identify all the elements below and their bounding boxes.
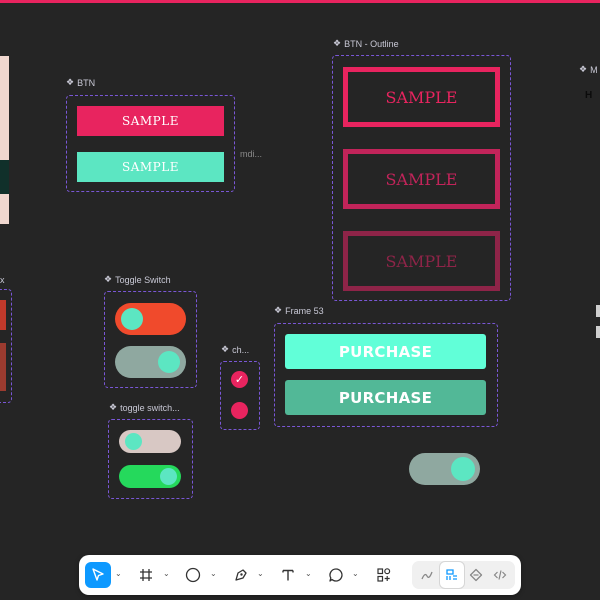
pen-icon [235,569,247,581]
sample-button-mint[interactable]: SAMPLE [77,152,224,182]
right-edge-handle-1 [596,305,600,317]
toggle-switch-on[interactable] [115,346,186,378]
check-icon: ✓ [234,374,245,386]
chevron-down-icon[interactable]: ⌄ [115,569,122,578]
right-frame-label[interactable]: ❖ M [579,64,598,75]
move-tool-button[interactable] [85,562,111,588]
draw-mode-button[interactable] [416,562,438,588]
left-frame-label[interactable]: x [0,275,5,285]
mdi-instance-label[interactable]: mdi... [240,149,262,159]
prototype-mode-button[interactable] [465,562,487,588]
right-frame-text: H [585,90,593,101]
chevron-down-icon[interactable]: ⌄ [352,569,359,578]
ellipse-icon [185,567,201,583]
comment-icon [329,568,343,582]
chevron-down-icon[interactable]: ⌄ [257,569,264,578]
dev-mode-button[interactable] [489,562,511,588]
left-swatch-red [0,300,6,330]
text-icon [282,569,294,581]
btn-outline-frame-label[interactable]: ❖ BTN - Outline [333,38,399,49]
component-icon: ❖ [221,344,230,354]
toggle-knob[interactable] [451,457,475,481]
purchase-button-bright[interactable]: PURCHASE [285,334,486,369]
frame53-label[interactable]: ❖ Frame 53 [274,305,324,316]
toggle-switch-small-frame-label[interactable]: ❖ toggle switch... [109,402,180,413]
toggle-switch-loose[interactable] [409,453,480,485]
design-icon [446,569,457,580]
bottom-toolbar: ⌄ ⌄ ⌄ ⌄ ⌄ ⌄ [79,555,521,595]
sample-button-pink[interactable]: SAMPLE [77,106,224,136]
checkbox-checked[interactable]: ✓ [231,371,248,388]
chevron-down-icon[interactable]: ⌄ [210,569,217,578]
cursor-icon [92,568,104,581]
toggle-switch-frame-label[interactable]: ❖ Toggle Switch [104,274,171,285]
component-icon: ❖ [579,64,588,74]
purchase-button-muted[interactable]: PURCHASE [285,380,486,415]
component-icon: ❖ [66,77,75,87]
actions-tool-button[interactable] [373,562,395,588]
pen-tool-button[interactable] [230,562,252,588]
toggle-small-on[interactable] [119,465,181,488]
top-accent-bar [0,0,600,3]
component-icon: ❖ [104,274,113,284]
chevron-down-icon[interactable]: ⌄ [163,569,170,578]
chevron-down-icon[interactable]: ⌄ [305,569,312,578]
outline-button-3[interactable]: SAMPLE [343,231,500,291]
frame-tool-button[interactable] [135,562,157,588]
toggle-knob[interactable] [160,468,177,485]
toggle-knob[interactable] [158,351,180,373]
component-icon: ❖ [333,38,342,48]
code-icon [493,570,507,580]
image-card-partial[interactable] [0,56,9,224]
toggle-knob[interactable] [125,433,142,450]
draw-icon [421,571,433,580]
actions-icon [377,568,391,582]
outline-button-1[interactable]: SAMPLE [343,67,500,127]
btn-frame-label[interactable]: ❖ BTN [66,77,95,88]
prototype-icon [469,568,483,582]
checkbox-unchecked[interactable] [231,402,248,419]
toggle-small-off[interactable] [119,430,181,453]
image-card-band [0,160,9,194]
comment-tool-button[interactable] [325,562,347,588]
left-swatch-rust [0,343,6,391]
checkbox-frame-label[interactable]: ❖ ch... [221,344,249,355]
shape-tool-button[interactable] [182,562,204,588]
toggle-switch-off[interactable] [115,303,186,335]
frame-icon [140,569,152,581]
outline-button-2[interactable]: SAMPLE [343,149,500,209]
toggle-knob[interactable] [121,308,143,330]
text-tool-button[interactable] [277,562,299,588]
component-icon: ❖ [274,305,283,315]
design-mode-button[interactable] [440,562,464,588]
component-icon: ❖ [109,402,118,412]
right-edge-handle-2 [596,326,600,338]
